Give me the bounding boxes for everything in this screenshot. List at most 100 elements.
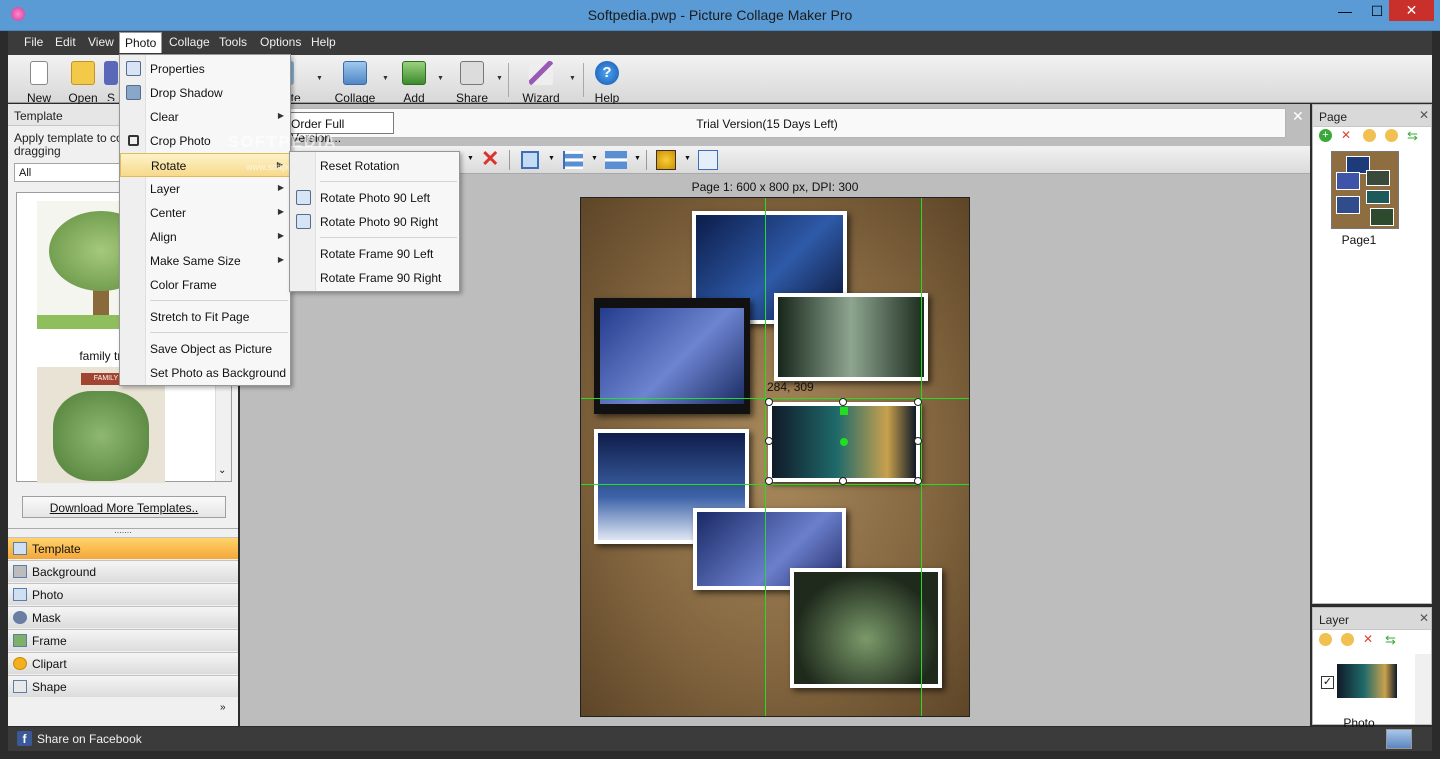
layer-thumbnail[interactable] — [1337, 664, 1397, 698]
download-templates-button[interactable]: Download More Templates.. — [22, 496, 226, 518]
vertical-guide-left[interactable] — [765, 198, 766, 716]
rotate-handle[interactable] — [840, 407, 848, 415]
layer-down-icon[interactable] — [1341, 633, 1354, 646]
add-dropdown-arrow[interactable]: ▼ — [437, 75, 444, 82]
add-button[interactable]: Add — [391, 59, 437, 105]
collage-dropdown-arrow[interactable]: ▼ — [382, 75, 389, 82]
menu-photo[interactable]: Photo — [119, 32, 163, 53]
open-button[interactable]: Open — [60, 59, 106, 105]
more-nav-icon[interactable]: » — [220, 702, 226, 713]
layer-scrollbar[interactable] — [1415, 654, 1431, 724]
resize-handle-br[interactable] — [914, 477, 922, 485]
menu-item-center[interactable]: Center ▶ — [120, 201, 290, 225]
dropdown-arrow[interactable]: ▼ — [467, 155, 474, 162]
collage-button[interactable]: Collage — [331, 59, 379, 105]
nav-background[interactable]: Background — [8, 560, 238, 582]
menu-item-align[interactable]: Align ▶ — [120, 225, 290, 249]
panel-grip[interactable]: ....... — [8, 526, 238, 535]
menu-item-stretch-to-fit-page[interactable]: Stretch to Fit Page — [120, 305, 290, 329]
menu-item-rotate-frame-90-right[interactable]: Rotate Frame 90 Right — [290, 266, 459, 290]
minimize-button[interactable]: — — [1330, 0, 1360, 25]
distribute-icon[interactable] — [521, 151, 539, 169]
delete-page-icon[interactable]: ✕ — [1341, 128, 1351, 142]
same-size-dropdown-arrow[interactable]: ▼ — [634, 155, 641, 162]
align-icon[interactable] — [563, 151, 583, 169]
photo-frame-7[interactable] — [790, 568, 942, 688]
menu-view[interactable]: View — [88, 35, 114, 49]
share-dropdown-arrow[interactable]: ▼ — [496, 75, 503, 82]
help-button[interactable]: ? Help — [584, 59, 630, 105]
close-layer-panel-icon[interactable]: ✕ — [1419, 611, 1429, 625]
properties-icon[interactable] — [698, 150, 718, 170]
screen-toggle-icon[interactable] — [1386, 729, 1412, 749]
clipart-delete-icon[interactable] — [656, 150, 676, 170]
menu-tools[interactable]: Tools — [219, 35, 247, 49]
menu-item-layer[interactable]: Layer ▶ — [120, 177, 290, 201]
align-dropdown-arrow[interactable]: ▼ — [591, 155, 598, 162]
delete-icon[interactable]: ✕ — [481, 146, 499, 172]
resize-handle-tr[interactable] — [914, 398, 922, 406]
menu-item-rotate-photo-90-right[interactable]: Rotate Photo 90 Right — [290, 210, 459, 234]
nav-clipart[interactable]: Clipart — [8, 652, 238, 674]
wizard-dropdown-arrow[interactable]: ▼ — [569, 75, 576, 82]
menu-item-rotate-frame-90-left[interactable]: Rotate Frame 90 Left — [290, 242, 459, 266]
menu-edit[interactable]: Edit — [55, 35, 76, 49]
nav-photo[interactable]: Photo — [8, 583, 238, 605]
new-button[interactable]: New — [16, 59, 62, 105]
photo-frame-2[interactable] — [594, 298, 750, 414]
layer-visibility-checkbox[interactable]: ✓ — [1321, 676, 1334, 689]
menu-item-make-same-size[interactable]: Make Same Size ▶ — [120, 249, 290, 273]
resize-handle-mr[interactable] — [914, 437, 922, 445]
maximize-button[interactable]: ☐ — [1364, 0, 1390, 25]
menu-item-reset-rotation[interactable]: Reset Rotation — [290, 154, 459, 178]
close-page-panel-icon[interactable]: ✕ — [1419, 108, 1429, 122]
layer-up-icon[interactable] — [1319, 633, 1332, 646]
close-trial-bar-icon[interactable]: ✕ — [1292, 108, 1304, 125]
menu-item-clear[interactable]: Clear ▶ — [120, 105, 290, 129]
add-page-icon[interactable]: + — [1319, 129, 1332, 142]
resize-handle-ml[interactable] — [765, 437, 773, 445]
resize-handle-tm[interactable] — [839, 398, 847, 406]
template-filter-select[interactable]: All — [14, 163, 124, 182]
clipart-dropdown-arrow[interactable]: ▼ — [684, 155, 691, 162]
vertical-guide-right[interactable] — [921, 198, 922, 716]
refresh-layer-icon[interactable]: ⇆ — [1385, 632, 1396, 648]
menu-options[interactable]: Options — [260, 35, 301, 49]
share-button[interactable]: Share — [449, 59, 495, 105]
nav-frame[interactable]: Frame — [8, 629, 238, 651]
delete-layer-icon[interactable]: ✕ — [1363, 632, 1373, 646]
menu-item-color-frame[interactable]: Color Frame — [120, 273, 290, 297]
template-dropdown-arrow[interactable]: ▼ — [316, 75, 323, 82]
menu-item-save-object-as-picture[interactable]: Save Object as Picture — [120, 337, 290, 361]
save-button[interactable]: S — [104, 59, 118, 101]
same-size-icon[interactable] — [605, 151, 627, 169]
horizontal-guide-bottom[interactable] — [581, 484, 969, 485]
menu-item-set-photo-as-background[interactable]: Set Photo as Background — [120, 361, 290, 385]
collage-canvas[interactable]: 284, 309 — [580, 197, 970, 717]
menu-item-rotate-photo-90-left[interactable]: Rotate Photo 90 Left — [290, 186, 459, 210]
close-button[interactable]: ✕ — [1389, 0, 1434, 21]
menu-collage[interactable]: Collage — [169, 35, 210, 49]
center-handle[interactable] — [840, 438, 848, 446]
order-full-version-button[interactable]: Order Full Version... — [284, 112, 394, 145]
share-on-facebook-link[interactable]: Share on Facebook — [37, 732, 142, 746]
nav-shape[interactable]: Shape — [8, 675, 238, 697]
nav-template[interactable]: Template — [8, 537, 238, 559]
menu-item-properties[interactable]: Properties — [120, 57, 290, 81]
resize-handle-bl[interactable] — [765, 477, 773, 485]
resize-handle-tl[interactable] — [765, 398, 773, 406]
scroll-down-icon[interactable]: ⌄ — [218, 465, 226, 476]
distribute-dropdown-arrow[interactable]: ▼ — [548, 155, 555, 162]
menu-file[interactable]: File — [24, 35, 43, 49]
page-thumbnail[interactable] — [1331, 151, 1399, 229]
photo-frame-3[interactable] — [774, 293, 928, 381]
resize-handle-bm[interactable] — [839, 477, 847, 485]
move-page-up-icon[interactable] — [1363, 129, 1376, 142]
move-page-down-icon[interactable] — [1385, 129, 1398, 142]
menu-item-drop-shadow[interactable]: Drop Shadow — [120, 81, 290, 105]
wizard-button[interactable]: Wizard — [518, 59, 564, 105]
facebook-icon[interactable]: f — [17, 731, 32, 746]
refresh-page-icon[interactable]: ⇆ — [1407, 128, 1418, 144]
menu-help[interactable]: Help — [311, 35, 336, 49]
horizontal-guide-top[interactable] — [581, 398, 969, 399]
